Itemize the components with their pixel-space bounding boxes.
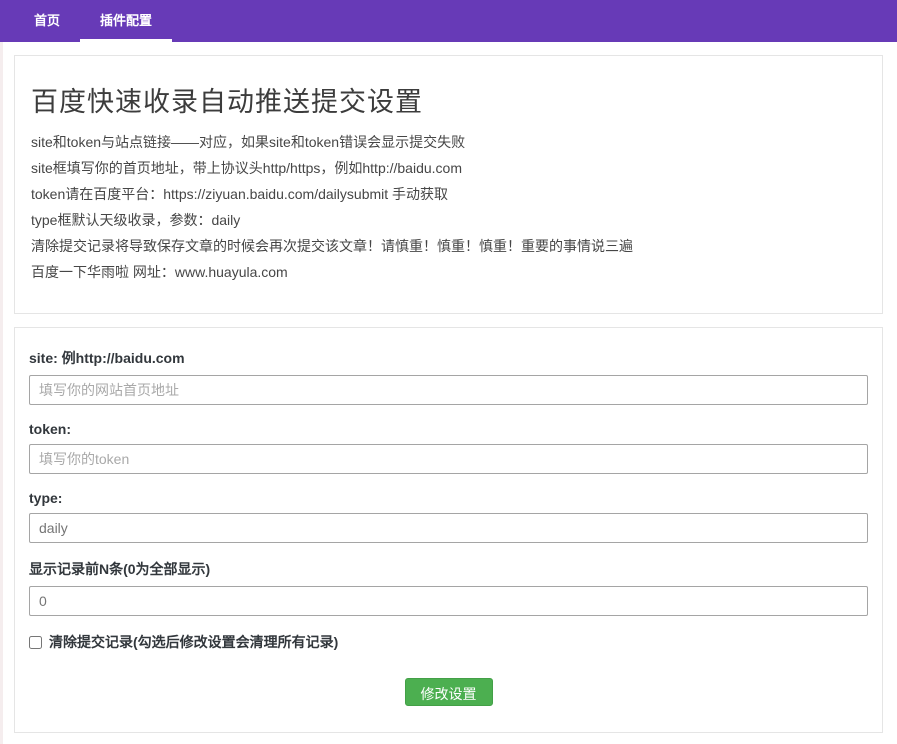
intro-line: site框填写你的首页地址，带上协议头http/https，例如http://b… — [31, 155, 866, 181]
record-count-field-label: 显示记录前N条(0为全部显示) — [29, 559, 868, 579]
page-left-edge — [0, 42, 3, 744]
site-input[interactable] — [29, 375, 868, 405]
type-field-group: type: — [29, 490, 868, 543]
submit-row: 修改设置 — [29, 674, 868, 716]
tab-home[interactable]: 首页 — [14, 0, 80, 42]
token-field-group: token: — [29, 421, 868, 474]
save-settings-button[interactable]: 修改设置 — [405, 678, 493, 706]
clear-records-label: 清除提交记录(勾选后修改设置会清理所有记录) — [49, 632, 338, 652]
intro-line: 清除提交记录将导致保存文章的时候会再次提交该文章！请慎重！慎重！慎重！重要的事情… — [31, 233, 866, 259]
intro-line: type框默认天级收录，参数：daily — [31, 207, 866, 233]
page-title: 百度快速收录自动推送提交设置 — [31, 80, 866, 119]
site-field-group: site: 例http://baidu.com — [29, 348, 868, 405]
site-field-label: site: 例http://baidu.com — [29, 348, 868, 368]
record-count-input[interactable] — [29, 586, 868, 616]
top-nav-bar: 首页 插件配置 — [0, 0, 897, 42]
clear-records-checkbox[interactable] — [29, 636, 42, 649]
intro-line: token请在百度平台：https://ziyuan.baidu.com/dai… — [31, 181, 866, 207]
intro-line: site和token与站点链接——对应，如果site和token错误会显示提交失… — [31, 129, 866, 155]
record-count-field-group: 显示记录前N条(0为全部显示) — [29, 559, 868, 616]
token-input[interactable] — [29, 444, 868, 474]
intro-line: 百度一下华雨啦 网址：www.huayula.com — [31, 259, 866, 285]
intro-card: 百度快速收录自动推送提交设置 site和token与站点链接——对应，如果sit… — [14, 55, 883, 314]
settings-form-card: site: 例http://baidu.com token: type: 显示记… — [14, 327, 883, 733]
type-input[interactable] — [29, 513, 868, 543]
type-field-label: type: — [29, 490, 868, 506]
clear-records-row: 清除提交记录(勾选后修改设置会清理所有记录) — [29, 632, 868, 652]
token-field-label: token: — [29, 421, 868, 437]
tab-plugin-config[interactable]: 插件配置 — [80, 0, 172, 42]
